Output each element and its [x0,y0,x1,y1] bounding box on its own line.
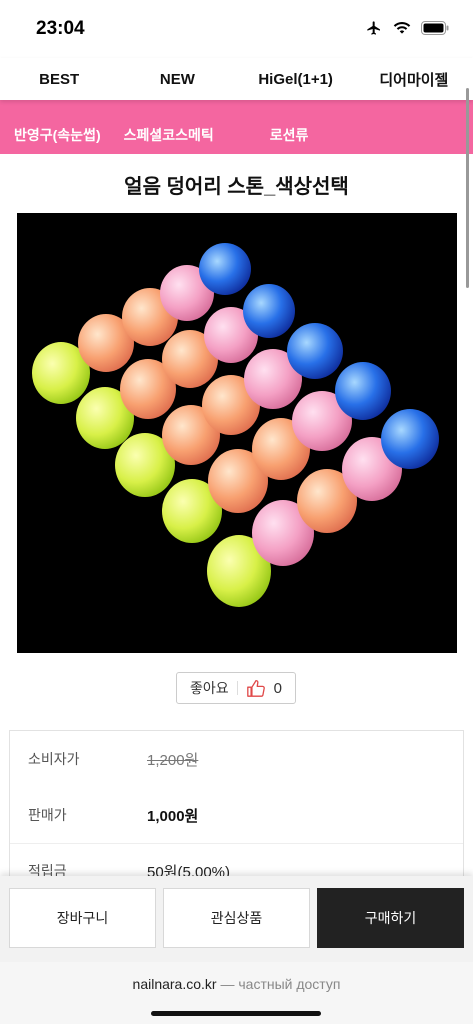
battery-icon [421,21,449,35]
browser-url-bar[interactable]: nailnara.co.kr — частный доступ [0,962,473,1024]
sub-category-menu: 반영구(속눈썹) 스페셜코스메틱 로션류 [0,100,473,154]
product-image [17,213,457,653]
url-text: nailnara.co.kr — частный доступ [0,976,473,992]
consumer-price-label: 소비자가 [28,751,80,767]
nav-higel[interactable]: HiGel(1+1) [237,71,355,88]
url-domain: nailnara.co.kr [132,976,217,992]
status-bar: 23:04 [0,0,473,58]
sale-price-row: 판매가 1,000원 [10,787,463,843]
status-time: 23:04 [36,18,85,39]
sale-price-value: 1,000원 [147,807,199,825]
status-icons [365,20,449,36]
price-info: 소비자가 1,200원 판매가 1,000원 적립금 50원(5.00%) [9,730,464,890]
url-private-note: — частный доступ [216,976,341,992]
like-label: 좋아요 [190,680,229,696]
category-nav: BEST NEW HiGel(1+1) 디어마이젤 [0,58,473,100]
consumer-price-row: 소비자가 1,200원 [10,731,463,787]
like-count: 0 [273,679,282,697]
home-indicator[interactable] [151,1011,321,1016]
nav-best[interactable]: BEST [0,71,118,88]
sale-price-label: 판매가 [28,807,67,823]
buy-now-button[interactable]: 구매하기 [317,888,464,948]
nav-new[interactable]: NEW [118,71,236,88]
menu-item-special-cosmetic[interactable]: 스페셜코스메틱 [124,125,214,145]
menu-item-eyelash[interactable]: 반영구(속눈썹) [14,125,101,145]
product-title: 얼음 덩어리 스톤_색상선택 [124,176,349,198]
wifi-icon [393,21,411,34]
like-divider [236,681,238,695]
nav-dearmygel[interactable]: 디어마이젤 [355,69,473,90]
scrollbar[interactable] [466,88,469,288]
bottom-action-bar: 장바구니 관심상품 구매하기 [0,876,473,962]
like-button[interactable]: 좋아요 0 [176,672,296,704]
airplane-icon [367,21,380,35]
thumbs-up-icon [246,679,265,697]
wishlist-button[interactable]: 관심상품 [163,888,310,948]
consumer-price-value: 1,200원 [147,751,199,769]
add-to-cart-button[interactable]: 장바구니 [9,888,156,948]
product-photo [32,243,439,607]
menu-item-lotion[interactable]: 로션류 [270,125,309,145]
